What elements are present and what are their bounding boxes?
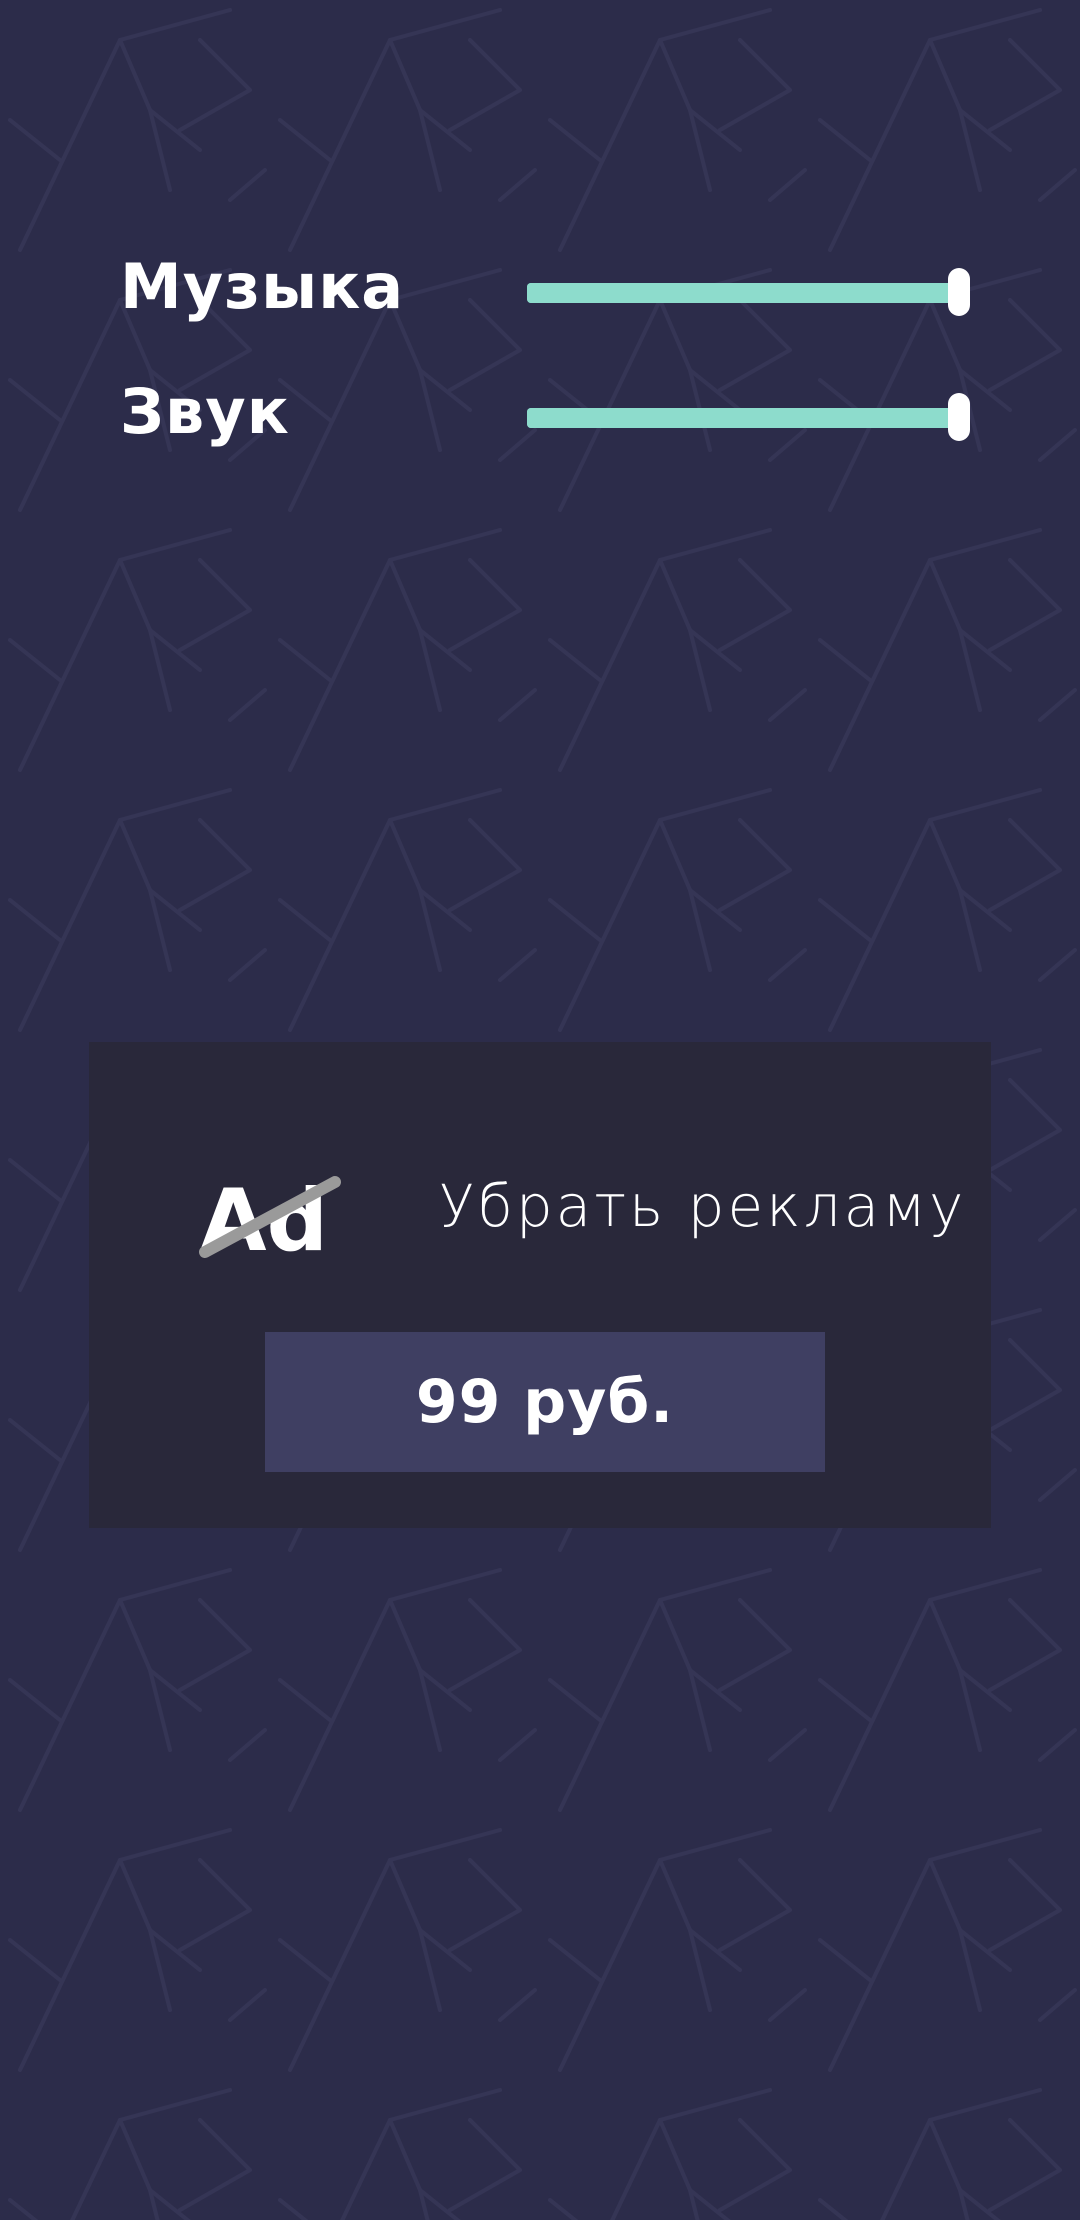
remove-ads-panel: Ad Убрать рекламу 99 руб. <box>89 1042 991 1528</box>
sound-slider-thumb[interactable] <box>948 393 970 441</box>
sound-slider-fill <box>527 408 960 428</box>
sound-setting-row: Звук <box>0 365 1080 475</box>
music-slider[interactable] <box>525 262 970 316</box>
price-label: 99 руб. <box>415 1367 675 1437</box>
music-slider-thumb[interactable] <box>948 268 970 316</box>
sound-label: Звук <box>120 375 290 448</box>
music-slider-fill <box>527 283 960 303</box>
buy-remove-ads-button[interactable]: 99 руб. <box>265 1332 825 1472</box>
music-setting-row: Музыка <box>0 240 1080 350</box>
remove-ads-title: Убрать рекламу <box>439 1172 967 1240</box>
settings-section: Музыка Звук <box>0 0 1080 480</box>
music-label: Музыка <box>120 250 405 323</box>
music-slider-track[interactable] <box>527 283 960 303</box>
sound-slider[interactable] <box>525 387 970 441</box>
no-ads-icon: Ad <box>199 1171 341 1271</box>
sound-slider-track[interactable] <box>527 408 960 428</box>
